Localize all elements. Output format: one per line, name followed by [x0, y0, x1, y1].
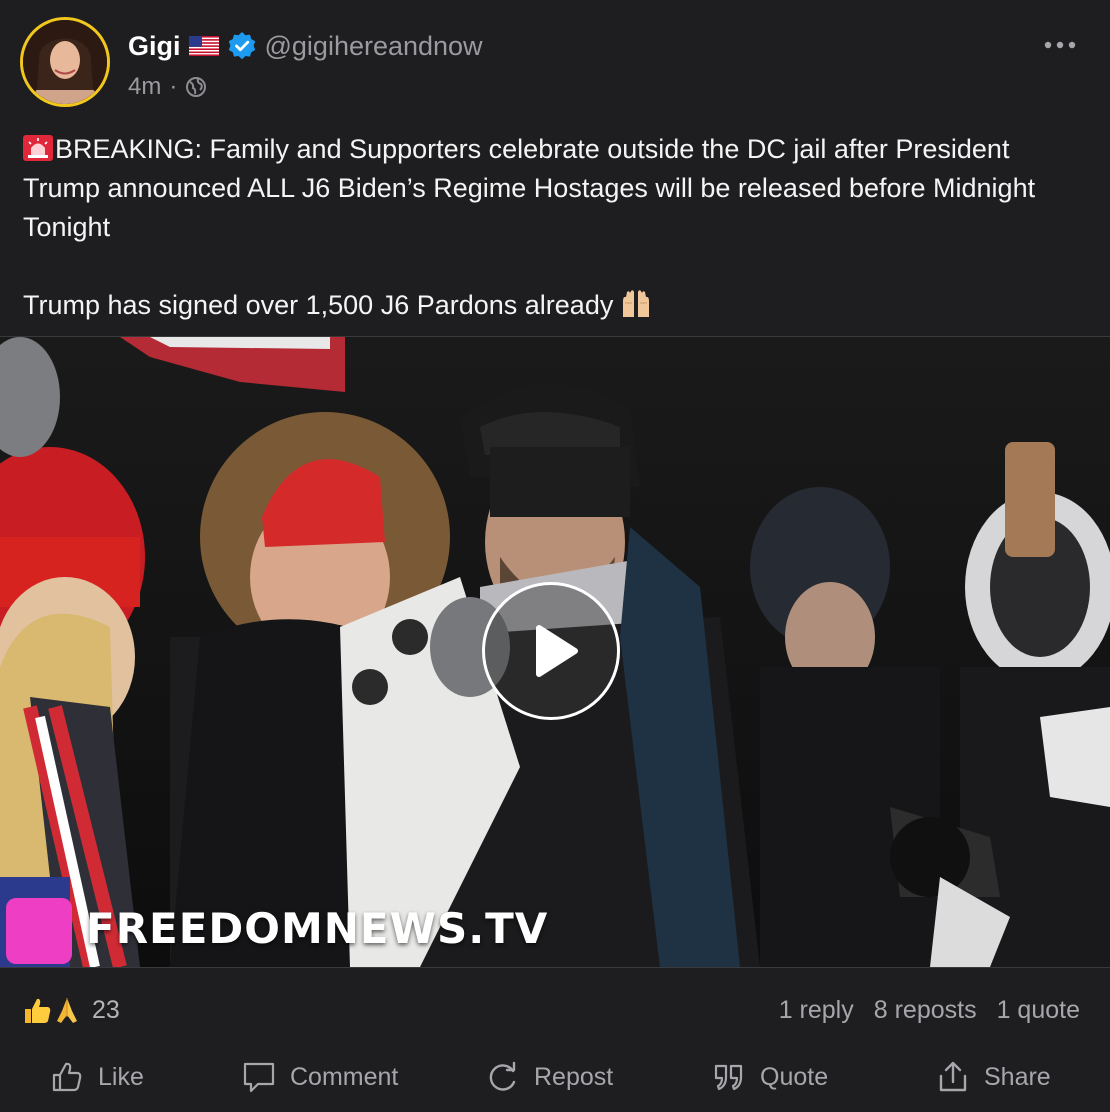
share-button[interactable]: Share — [936, 1050, 1051, 1104]
post-meta: 4m · — [128, 72, 207, 102]
verified-badge-icon — [227, 31, 257, 61]
globe-icon — [186, 77, 207, 97]
raised-hands-icon — [619, 289, 653, 319]
like-label: Like — [98, 1062, 144, 1091]
play-icon — [536, 625, 578, 677]
reposts-count[interactable]: 8 reposts — [874, 996, 977, 1025]
post-card: Gigi @gigihereandnow 4m · BREAKING: Fami… — [0, 0, 1110, 1112]
action-bar: Like Comment Repost Quote Share — [0, 1050, 1110, 1104]
quotes-count[interactable]: 1 quote — [997, 996, 1080, 1025]
video-watermark: FREEDOMNEWS.TV — [86, 904, 549, 953]
post-text-line-1: BREAKING: Family and Supporters celebrat… — [23, 134, 1036, 242]
quote-icon — [714, 1064, 743, 1091]
author-handle[interactable]: @gigihereandnow — [265, 31, 483, 62]
post-paragraph-1: BREAKING: Family and Supporters celebrat… — [23, 130, 1083, 247]
share-label: Share — [984, 1062, 1051, 1091]
author-row: Gigi @gigihereandnow — [128, 28, 483, 64]
us-flag-icon — [188, 36, 219, 56]
avatar[interactable] — [20, 17, 110, 107]
display-name[interactable]: Gigi — [128, 31, 181, 62]
play-button[interactable] — [482, 582, 620, 720]
like-button[interactable]: Like — [50, 1050, 144, 1104]
watermark-logo — [6, 898, 72, 964]
post-text-line-2: Trump has signed over 1,500 J6 Pardons a… — [23, 290, 614, 320]
post-time[interactable]: 4m — [128, 73, 161, 101]
reactions-summary[interactable]: 23 — [22, 992, 120, 1028]
comment-label: Comment — [290, 1062, 399, 1091]
thumbs-up-icon — [25, 998, 51, 1023]
repost-label: Repost — [534, 1062, 614, 1091]
quote-label: Quote — [760, 1062, 829, 1091]
siren-icon — [23, 133, 53, 161]
post-paragraph-2: Trump has signed over 1,500 J6 Pardons a… — [23, 286, 1083, 325]
quote-button[interactable]: Quote — [712, 1050, 828, 1104]
praying-hands-icon — [57, 998, 77, 1023]
repost-button[interactable]: Repost — [486, 1050, 613, 1104]
meta-separator: · — [169, 73, 178, 100]
comment-button[interactable]: Comment — [242, 1050, 398, 1104]
more-options-button[interactable] — [1040, 30, 1080, 60]
more-dots-icon — [1044, 41, 1076, 49]
post-stats: 1 reply 8 reposts 1 quote — [779, 992, 1080, 1028]
comment-icon — [243, 1062, 275, 1093]
repost-icon — [489, 1061, 516, 1091]
thumbs-up-outline-icon — [52, 1062, 82, 1092]
share-icon — [939, 1061, 967, 1092]
reaction-count: 23 — [92, 995, 120, 1024]
post-text: BREAKING: Family and Supporters celebrat… — [23, 130, 1083, 325]
replies-count[interactable]: 1 reply — [779, 996, 854, 1025]
